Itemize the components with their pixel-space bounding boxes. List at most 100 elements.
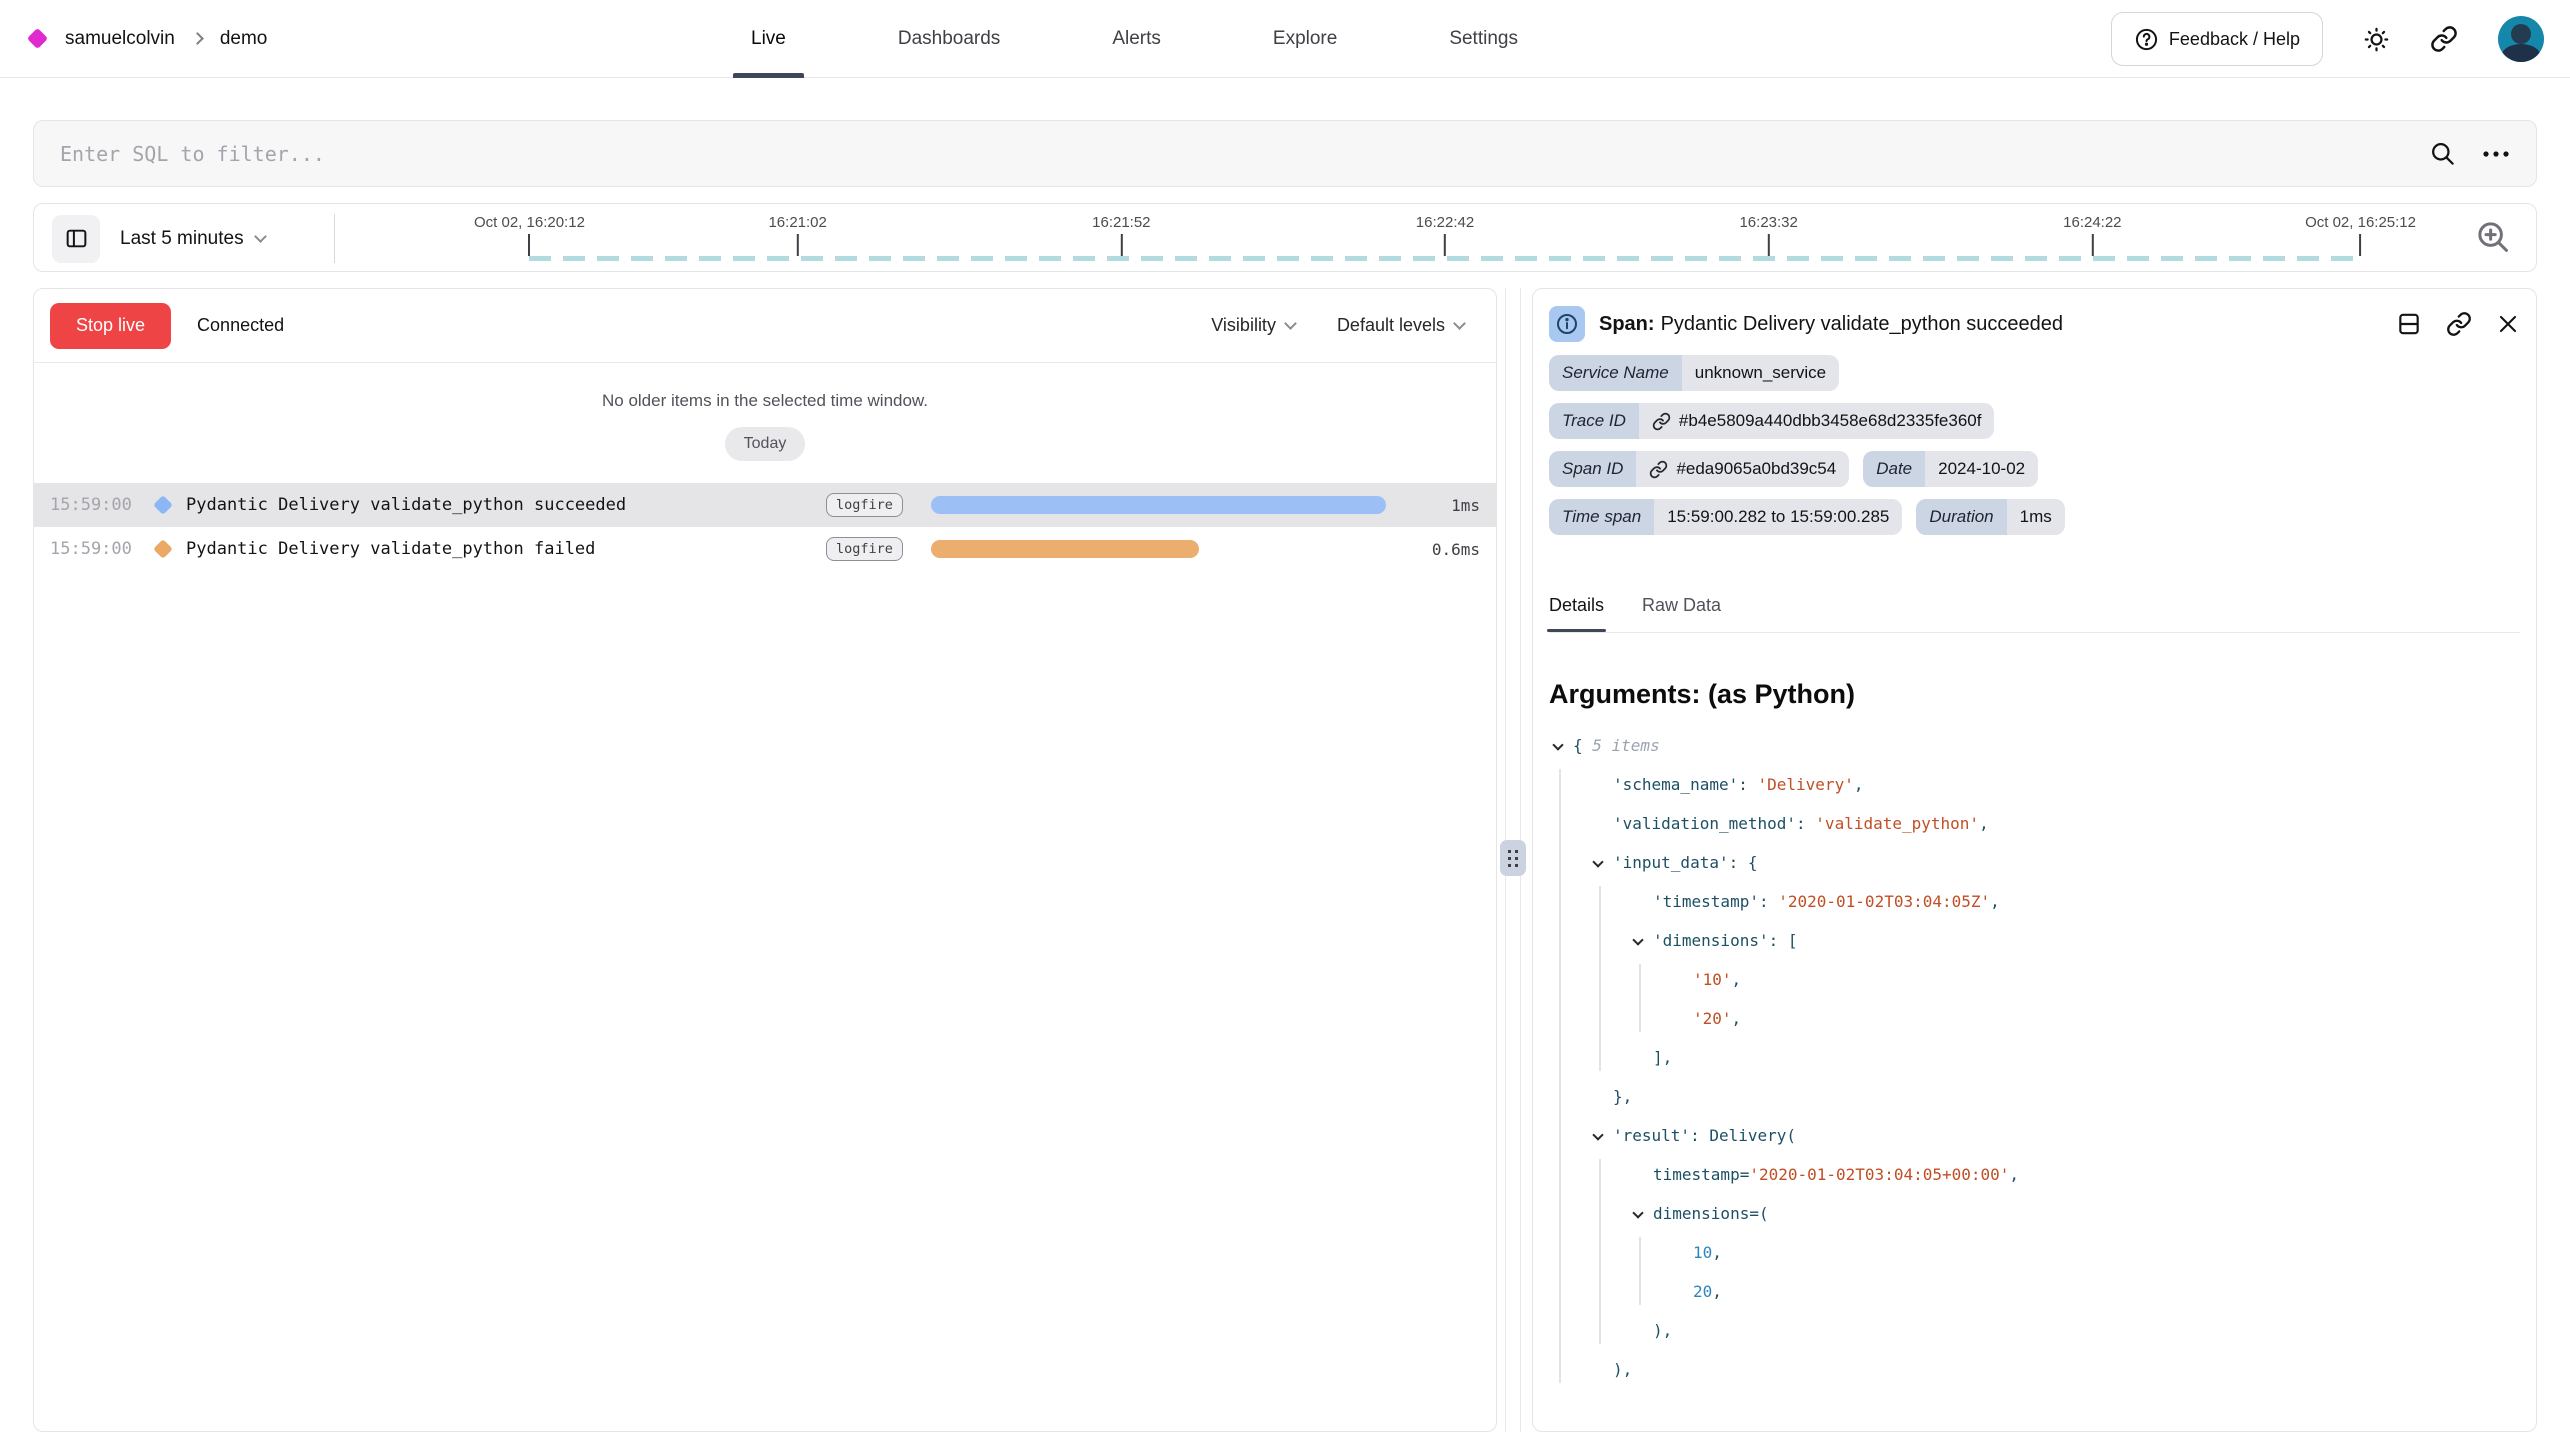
connection-status: Connected (197, 315, 284, 336)
tabs-rule (1549, 632, 2520, 633)
log-timestamp: 15:59:00 (50, 539, 142, 559)
sql-filter-input[interactable] (34, 142, 2429, 166)
badge-date: Date2024-10-02 (1863, 451, 2038, 487)
tab-details[interactable]: Details (1549, 595, 1604, 632)
visibility-dropdown[interactable]: Visibility (1211, 315, 1295, 336)
sql-filter-bar (33, 120, 2537, 187)
log-timestamp: 15:59:00 (50, 495, 142, 515)
breadcrumb: samuelcolvin demo (0, 28, 267, 50)
tab-settings[interactable]: Settings (1443, 0, 1524, 78)
span-diamond-icon (153, 495, 173, 515)
tree-line: { 5 items (1549, 726, 2520, 765)
log-row[interactable]: 15:59:00 Pydantic Delivery validate_pytho… (34, 527, 1496, 571)
badge-value: #eda9065a0bd39c54 (1636, 451, 1849, 487)
user-avatar[interactable] (2498, 16, 2544, 62)
stop-live-button[interactable]: Stop live (50, 303, 171, 349)
badge-time-span: Time span15:59:00.282 to 15:59:00.285 (1549, 499, 1902, 535)
tree-line: 'input_data': { (1549, 843, 2520, 882)
tab-explore[interactable]: Explore (1267, 0, 1343, 78)
today-chip[interactable]: Today (725, 427, 806, 461)
breadcrumb-org[interactable]: samuelcolvin (65, 28, 175, 50)
default-levels-label: Default levels (1337, 315, 1445, 336)
badge-value: 15:59:00.282 to 15:59:00.285 (1654, 499, 1902, 535)
time-range-select[interactable]: Last 5 minutes (120, 228, 265, 250)
sidebar-panel-icon (64, 226, 89, 251)
timeline-tick-label: 16:24:22 (2063, 214, 2121, 231)
expand-chevron-icon[interactable] (1592, 1129, 1603, 1140)
duration-bar-track (931, 496, 1386, 514)
main-nav: Live Dashboards Alerts Explore Settings (745, 0, 1524, 78)
time-range-bar: Last 5 minutes Oct 02, 16:20:12 16:21:02 1… (33, 203, 2537, 272)
badge-span-id: Span ID #eda9065a0bd39c54 (1549, 451, 1849, 487)
timeline-tick-mark (2360, 234, 2362, 256)
tree-line: 'schema_name': 'Delivery', (1549, 765, 2520, 804)
no-older-items-message: No older items in the selected time wind… (34, 391, 1496, 411)
timeline-tick-label: 16:21:52 (1092, 214, 1150, 231)
search-icon[interactable] (2429, 140, 2456, 167)
badge-label: Trace ID (1549, 403, 1639, 439)
link-icon (2430, 25, 2458, 53)
link-icon[interactable] (1649, 460, 1668, 479)
badge-label: Service Name (1549, 355, 1682, 391)
timeline-tick-mark (797, 234, 799, 256)
feedback-help-label: Feedback / Help (2169, 29, 2300, 50)
link-icon[interactable] (1652, 412, 1671, 431)
timeline-tick-label: Oct 02, 16:20:12 (474, 214, 585, 231)
expand-chevron-icon[interactable] (1632, 934, 1643, 945)
tree-line: '20', (1549, 999, 2520, 1038)
badge-label: Time span (1549, 499, 1654, 535)
theme-toggle-button[interactable] (2363, 26, 2390, 53)
badge-label: Duration (1916, 499, 2006, 535)
time-range-label: Last 5 minutes (120, 228, 244, 250)
expand-chevron-icon[interactable] (1552, 739, 1563, 750)
log-message: Pydantic Delivery validate_python succee… (186, 495, 826, 515)
open-in-view-icon[interactable] (2396, 311, 2422, 337)
badge-value: 2024-10-02 (1925, 451, 2038, 487)
tab-dashboards[interactable]: Dashboards (892, 0, 1006, 78)
breadcrumb-project[interactable]: demo (220, 28, 268, 50)
badge-label: Date (1863, 451, 1925, 487)
timeline[interactable]: Oct 02, 16:20:12 16:21:02 16:21:52 16:22:42… (474, 204, 2416, 273)
splitter-grip-icon[interactable] (1500, 840, 1526, 876)
help-circle-icon (2134, 27, 2159, 52)
badge-value: #b4e5809a440dbb3458e68d2335fe360f (1639, 403, 1995, 439)
scope-tag: logfire (826, 493, 903, 517)
default-levels-dropdown[interactable]: Default levels (1337, 315, 1464, 336)
badge-value: 1ms (2007, 499, 2065, 535)
tree-line: ), (1549, 1311, 2520, 1350)
expand-chevron-icon[interactable] (1632, 1207, 1643, 1218)
span-title-text: Pydantic Delivery validate_python succee… (1661, 313, 2063, 335)
toggle-sidebar-button[interactable] (52, 215, 100, 263)
log-message: Pydantic Delivery validate_python failed (186, 539, 826, 559)
timeline-tick-mark (1768, 234, 1770, 256)
tree-line: 'validation_method': 'validate_python', (1549, 804, 2520, 843)
zoom-in-button[interactable] (2474, 218, 2512, 256)
visibility-label: Visibility (1211, 315, 1276, 336)
tab-alerts[interactable]: Alerts (1106, 0, 1167, 78)
close-icon[interactable] (2496, 312, 2520, 336)
timeline-tick-label: 16:22:42 (1416, 214, 1474, 231)
live-panel: Stop live Connected Visibility Default l… (33, 288, 1497, 1432)
more-options-icon[interactable] (2482, 149, 2510, 159)
breadcrumb-chevron-icon (191, 32, 204, 45)
avatar-body (2502, 44, 2540, 62)
log-duration: 0.6ms (1400, 540, 1480, 559)
chevron-down-icon (254, 230, 267, 243)
tab-raw-data[interactable]: Raw Data (1642, 595, 1721, 632)
tab-live[interactable]: Live (745, 0, 792, 78)
feedback-help-button[interactable]: Feedback / Help (2111, 12, 2323, 66)
span-diamond-icon (153, 539, 173, 559)
sun-icon (2363, 26, 2390, 53)
copy-link-icon[interactable] (2446, 311, 2472, 337)
timebar-divider (334, 214, 335, 263)
share-link-button[interactable] (2430, 25, 2458, 53)
badge-label: Span ID (1549, 451, 1636, 487)
duration-bar (931, 496, 1386, 514)
span-header: Span:Pydantic Delivery validate_python s… (1549, 303, 2520, 345)
tree-line: }, (1549, 1077, 2520, 1116)
badge-trace-id: Trace ID #b4e5809a440dbb3458e68d2335fe36… (1549, 403, 1994, 439)
log-row[interactable]: 15:59:00 Pydantic Delivery validate_pytho… (34, 483, 1496, 527)
expand-chevron-icon[interactable] (1592, 856, 1603, 867)
badge-duration: Duration1ms (1916, 499, 2064, 535)
timeline-tick-label: 16:21:02 (768, 214, 826, 231)
